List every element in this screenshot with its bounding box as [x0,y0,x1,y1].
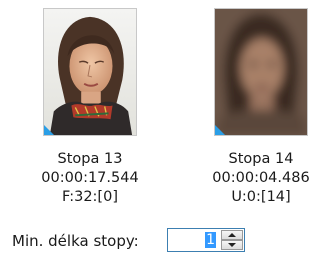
spin-up-button[interactable] [221,230,243,240]
track-thumbnail-13[interactable] [43,8,137,136]
spin-buttons [221,230,243,250]
track-caption-14: Stopa 14 00:00:04.486 U:0:[14] [191,150,331,207]
track-thumbnail-14[interactable] [214,8,308,136]
min-length-spinbox[interactable]: 1 [167,228,245,252]
track-info: F:32:[0] [62,189,118,205]
track-time: 00:00:04.486 [212,170,310,186]
track-info: U:0:[14] [231,189,291,205]
face-thumbnail-blurred-icon [215,9,307,135]
selection-corner-marker [44,125,54,135]
track-title: Stopa 14 [228,151,294,167]
min-length-label: Min. délka stopy: [12,232,139,250]
min-length-value[interactable]: 1 [205,232,216,248]
arrow-down-icon [228,243,236,247]
track-title: Stopa 13 [57,151,123,167]
arrow-up-icon [228,233,236,237]
spin-down-button[interactable] [221,240,243,250]
track-time: 00:00:17.544 [41,170,139,186]
face-thumbnail-sharp-icon [44,9,136,135]
track-caption-13: Stopa 13 00:00:17.544 F:32:[0] [20,150,160,207]
selection-corner-marker [215,125,225,135]
